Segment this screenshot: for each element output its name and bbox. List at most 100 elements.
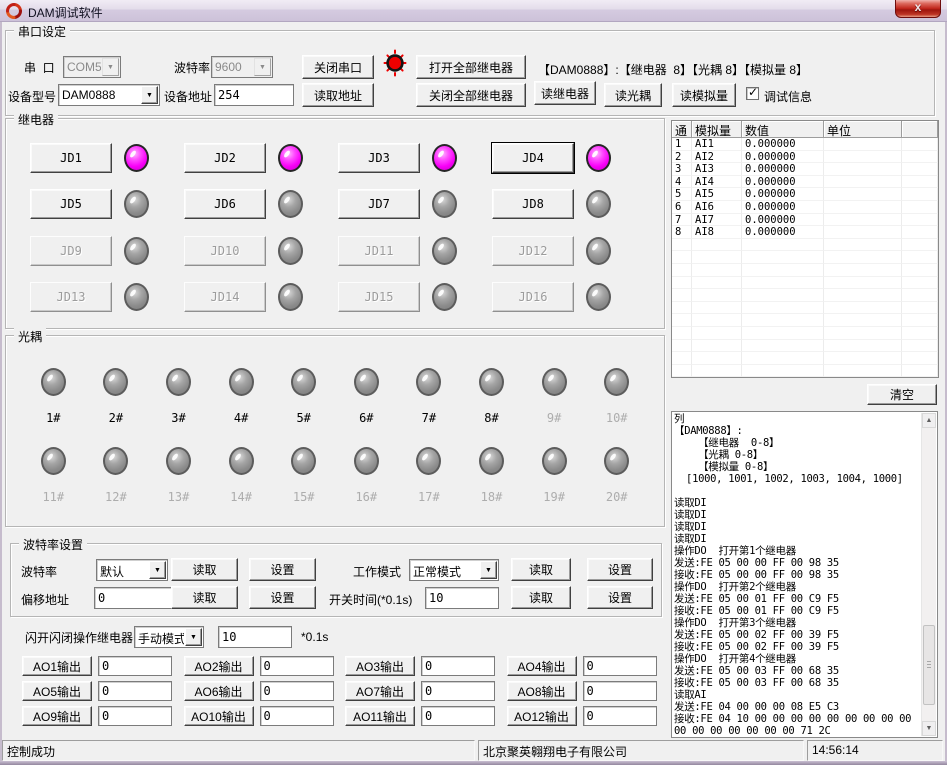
- device-addr-input[interactable]: [214, 84, 294, 106]
- offset-addr-input[interactable]: [94, 587, 178, 609]
- relay-button-jd1[interactable]: JD1: [30, 143, 112, 173]
- ao-output-button[interactable]: AO7输出: [345, 681, 415, 701]
- read-analog-button[interactable]: 读模拟量: [672, 83, 736, 107]
- relay-button-jd5[interactable]: JD5: [30, 189, 112, 219]
- workmode-set-button[interactable]: 设置: [587, 558, 653, 581]
- ao-output-button[interactable]: AO11输出: [345, 706, 415, 726]
- offset-set-button[interactable]: 设置: [249, 586, 316, 609]
- open-all-relays-button[interactable]: 打开全部继电器: [416, 55, 526, 79]
- close-button[interactable]: x: [895, 0, 941, 18]
- close-all-relays-button[interactable]: 关闭全部继电器: [416, 83, 526, 107]
- table-row[interactable]: [672, 352, 938, 365]
- log-panel[interactable]: 列 【DAM0888】: 【继电器 0-8】 【光耦 0-8】 【模拟量 0-8…: [671, 411, 938, 738]
- close-port-button[interactable]: 关闭串口: [302, 55, 374, 79]
- table-row[interactable]: 3AI30.000000: [672, 163, 938, 176]
- ao-output-button[interactable]: AO1输出: [22, 656, 92, 676]
- ao-output-input[interactable]: [583, 681, 657, 701]
- flash-mode-select[interactable]: 手动模式 ▼: [134, 626, 204, 648]
- read-addr-button[interactable]: 读取地址: [302, 83, 374, 107]
- debug-info-checkbox[interactable]: [746, 87, 759, 100]
- ao-output-button[interactable]: AO9输出: [22, 706, 92, 726]
- table-row[interactable]: [672, 365, 938, 378]
- table-row[interactable]: [672, 327, 938, 340]
- relay-button-jd3[interactable]: JD3: [338, 143, 420, 173]
- ao-output-button[interactable]: AO6输出: [184, 681, 254, 701]
- relay-button-jd10[interactable]: JD10: [184, 236, 266, 266]
- analog-col-header[interactable]: 数值: [742, 121, 824, 138]
- analog-col-header[interactable]: 通: [672, 121, 692, 138]
- flash-time-input[interactable]: [218, 626, 292, 648]
- baudrate-set-button[interactable]: 设置: [249, 558, 316, 581]
- ao-output-input[interactable]: [260, 681, 334, 701]
- scrollbar-thumb[interactable]: [923, 625, 935, 705]
- switch-time-read-button[interactable]: 读取: [511, 586, 571, 609]
- relay-button-jd2[interactable]: JD2: [184, 143, 266, 173]
- relay-button-jd15[interactable]: JD15: [338, 282, 420, 312]
- ao-output-input[interactable]: [421, 706, 495, 726]
- relay-button-jd6[interactable]: JD6: [184, 189, 266, 219]
- ao-output-input[interactable]: [583, 706, 657, 726]
- ao-output-input[interactable]: [583, 656, 657, 676]
- ao-output-input[interactable]: [98, 656, 172, 676]
- relay-button-jd12[interactable]: JD12: [492, 236, 574, 266]
- table-row[interactable]: [672, 340, 938, 353]
- read-relays-button[interactable]: 读继电器: [534, 81, 596, 105]
- log-scrollbar[interactable]: ▲ ▼: [921, 413, 936, 736]
- switch-time-set-button[interactable]: 设置: [587, 586, 653, 609]
- baudrate-select[interactable]: 9600 ▼: [211, 56, 273, 78]
- analog-col-header[interactable]: 模拟量: [692, 121, 742, 138]
- ao-output-button[interactable]: AO10输出: [184, 706, 254, 726]
- ao-output-button[interactable]: AO2输出: [184, 656, 254, 676]
- ao-output-button[interactable]: AO8输出: [507, 681, 577, 701]
- ao-output-input[interactable]: [260, 706, 334, 726]
- device-model-select[interactable]: DAM0888 ▼: [58, 84, 160, 106]
- analog-col-header[interactable]: 单位: [824, 121, 902, 138]
- ao-output-input[interactable]: [98, 706, 172, 726]
- ao-output-button[interactable]: AO3输出: [345, 656, 415, 676]
- switch-time-input[interactable]: [425, 587, 499, 609]
- table-cell: 5: [672, 188, 692, 201]
- workmode-read-button[interactable]: 读取: [511, 558, 571, 581]
- relay-button-jd8[interactable]: JD8: [492, 189, 574, 219]
- ao-output-button[interactable]: AO4输出: [507, 656, 577, 676]
- ao-output-input[interactable]: [421, 681, 495, 701]
- table-row[interactable]: [672, 277, 938, 290]
- window-title: DAM调试软件: [28, 4, 103, 21]
- ao-output-button[interactable]: AO12输出: [507, 706, 577, 726]
- table-row[interactable]: 6AI60.000000: [672, 201, 938, 214]
- table-row[interactable]: [672, 314, 938, 327]
- table-row[interactable]: 5AI50.000000: [672, 188, 938, 201]
- table-row[interactable]: 1AI10.000000: [672, 138, 938, 151]
- ao-output-input[interactable]: [421, 656, 495, 676]
- relay-button-jd16[interactable]: JD16: [492, 282, 574, 312]
- table-row[interactable]: 2AI20.000000: [672, 151, 938, 164]
- table-row[interactable]: [672, 264, 938, 277]
- table-row[interactable]: [672, 289, 938, 302]
- table-row[interactable]: 8AI80.000000: [672, 226, 938, 239]
- relay-button-jd11[interactable]: JD11: [338, 236, 420, 266]
- workmode-select[interactable]: 正常模式 ▼: [409, 559, 499, 581]
- baudrate-setting-select[interactable]: 默认 ▼: [96, 559, 168, 581]
- table-row[interactable]: [672, 239, 938, 252]
- ao-output-button[interactable]: AO5输出: [22, 681, 92, 701]
- table-row[interactable]: [672, 251, 938, 264]
- baudrate-read-button[interactable]: 读取: [171, 558, 238, 581]
- scroll-up-icon[interactable]: ▲: [922, 413, 936, 428]
- table-row[interactable]: 4AI40.000000: [672, 176, 938, 189]
- relay-button-jd9[interactable]: JD9: [30, 236, 112, 266]
- offset-read-button[interactable]: 读取: [171, 586, 238, 609]
- ao-output-input[interactable]: [260, 656, 334, 676]
- relay-button-jd14[interactable]: JD14: [184, 282, 266, 312]
- port-select[interactable]: COM5 ▼: [63, 56, 121, 78]
- relay-button-jd4[interactable]: JD4: [492, 143, 574, 173]
- clear-button[interactable]: 清空: [867, 384, 937, 405]
- analog-col-header[interactable]: [902, 121, 938, 138]
- chevron-down-icon: ▼: [149, 561, 166, 579]
- table-row[interactable]: [672, 302, 938, 315]
- scroll-down-icon[interactable]: ▼: [922, 721, 936, 736]
- ao-output-input[interactable]: [98, 681, 172, 701]
- read-opto-button[interactable]: 读光耦: [604, 83, 662, 107]
- relay-button-jd7[interactable]: JD7: [338, 189, 420, 219]
- relay-button-jd13[interactable]: JD13: [30, 282, 112, 312]
- table-row[interactable]: 7AI70.000000: [672, 214, 938, 227]
